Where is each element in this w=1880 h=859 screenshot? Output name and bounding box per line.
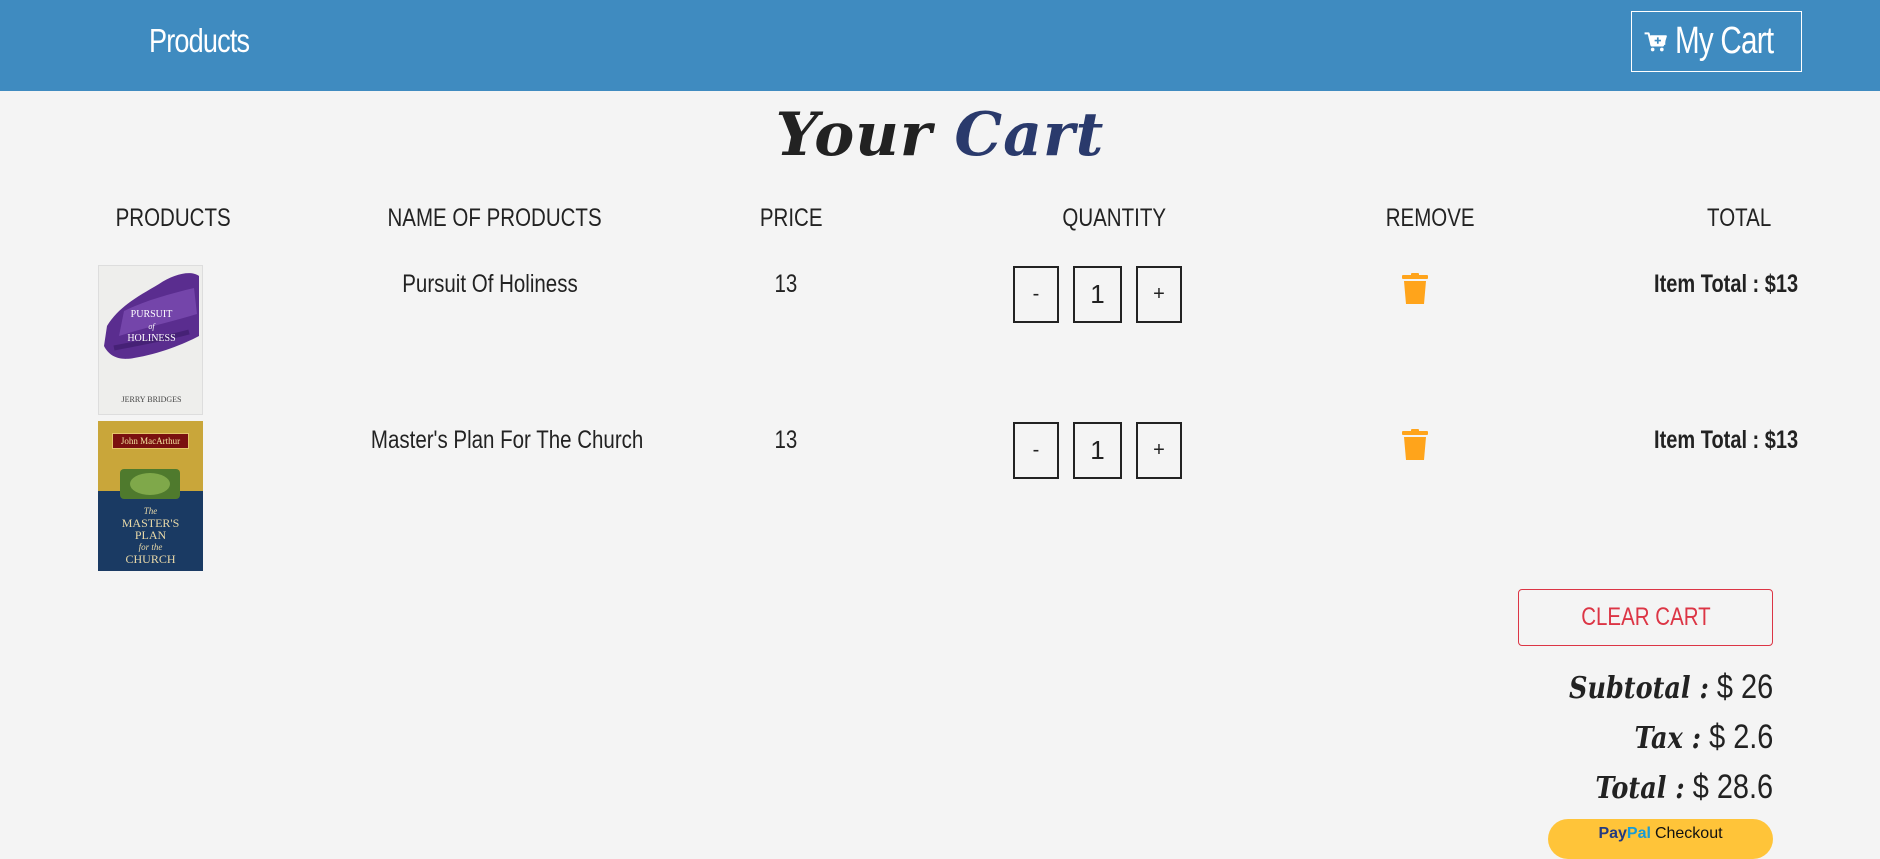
trash-icon[interactable] [1402,273,1428,304]
quantity-decrease-button[interactable]: - [1013,422,1059,479]
trash-icon[interactable] [1402,429,1428,460]
total-label: Total : [1595,771,1685,806]
product-price: 13 [774,270,798,298]
product-name: Pursuit Of Holiness [402,270,578,298]
product-image-masters-plan: John MacArthur The MASTER'S PLAN for the… [98,421,203,571]
tax-value: $ 2.6 [1708,718,1773,756]
paypal-checkout-button[interactable]: PayPal Checkout [1548,819,1773,859]
page-title: Your Cart [0,100,1880,170]
cover-author: JERRY BRIDGES [121,395,182,404]
header-price: Price [759,204,823,232]
cover-title-line: of [148,322,155,331]
clear-cart-label: Clear Cart [1580,603,1711,631]
cover-title-line: PURSUIT [130,309,173,320]
paypal-pay-text: Pay [1598,825,1627,842]
header-quantity: Quantity [1062,204,1167,232]
nav-products-link[interactable]: Products [149,22,250,60]
paypal-pal-text: Pal [1626,825,1651,842]
header-remove: Remove [1385,204,1475,232]
product-image-pursuit: PURSUIT of HOLINESS JERRY BRIDGES [98,265,203,415]
title-word-cart: Cart [954,100,1105,170]
quantity-increase-button[interactable]: + [1136,266,1182,323]
paypal-logo-icon: PayPal [1598,825,1650,843]
subtotal-label: Subtotal : [1568,671,1709,706]
title-word-your: Your [775,100,933,170]
clear-cart-button[interactable]: Clear Cart [1518,589,1773,646]
paypal-checkout-text: Checkout [1654,825,1723,842]
header-total: Total [1707,204,1772,232]
cart-plus-icon [1644,31,1667,51]
subtotal-value: $ 26 [1716,668,1773,706]
product-name: Master's Plan For The Church [370,426,644,454]
header-name: Name of Products [387,204,602,232]
cover-title-line: PLAN [134,528,167,542]
my-cart-label: My Cart [1675,20,1774,62]
quantity-increase-button[interactable]: + [1136,422,1182,479]
quantity-value: 1 [1073,266,1122,323]
cover-title-line: CHURCH [125,552,176,566]
tax-line: Tax : $ 2.6 [1634,718,1773,757]
my-cart-button[interactable]: My Cart [1631,11,1802,72]
header-products: Products [115,204,231,232]
item-total: Item Total : $13 [1653,270,1798,298]
quantity-decrease-button[interactable]: - [1013,266,1059,323]
product-price: 13 [774,426,798,454]
subtotal-line: Subtotal : $ 26 [1569,668,1773,707]
item-total: Item Total : $13 [1653,426,1798,454]
navbar: Products My Cart [0,0,1880,91]
total-line: Total : $ 28.6 [1595,768,1773,807]
tax-label: Tax : [1634,721,1701,756]
quantity-value: 1 [1073,422,1122,479]
cover-author: John MacArthur [112,433,189,449]
total-value: $ 28.6 [1692,768,1773,806]
cover-title-line: HOLINESS [127,333,176,344]
